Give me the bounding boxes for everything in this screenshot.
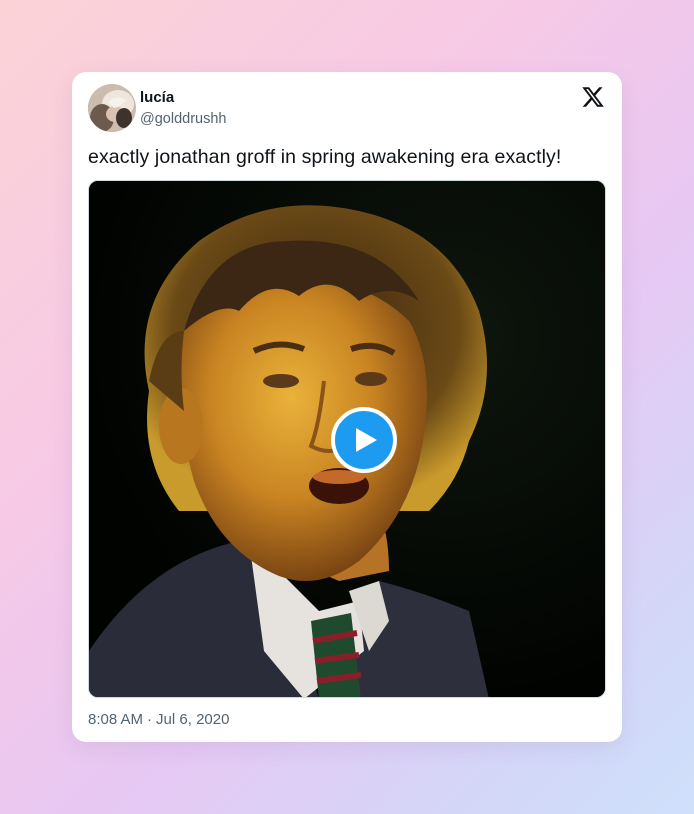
x-logo-icon[interactable] [581, 85, 605, 109]
play-button[interactable] [331, 407, 397, 473]
tweet-time: 8:08 AM [88, 711, 144, 728]
play-icon [356, 428, 377, 452]
display-name[interactable]: lucía [140, 89, 174, 106]
tweet-text: exactly jonathan groff in spring awakeni… [88, 146, 562, 168]
tweet-card[interactable]: lucía @golddrushh exactly jonathan groff… [72, 72, 622, 742]
tweet-timestamp[interactable]: 8:08 AM · Jul 6, 2020 [88, 711, 229, 728]
separator: · [147, 711, 153, 728]
avatar-image [88, 84, 136, 132]
video-player[interactable] [88, 180, 606, 698]
avatar[interactable] [88, 84, 136, 132]
user-handle[interactable]: @golddrushh [140, 111, 226, 127]
tweet-date: Jul 6, 2020 [156, 711, 230, 728]
